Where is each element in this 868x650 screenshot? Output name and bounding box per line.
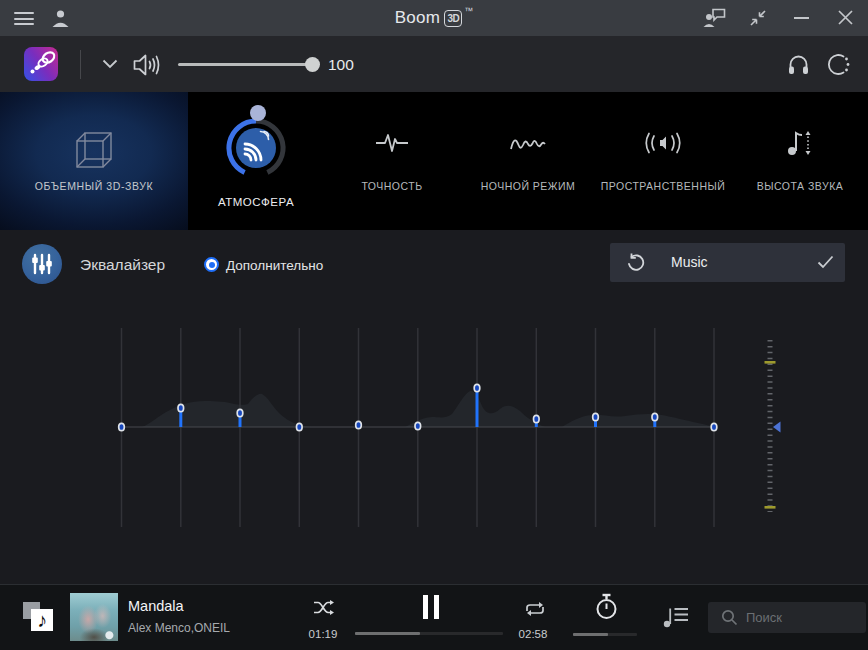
toolbar: 100 [0,36,868,92]
elapsed-time: 01:19 [303,628,343,640]
boom-app-icon[interactable] [24,47,58,81]
tab-pitch-label: ВЫСОТА ЗВУКА [712,180,868,192]
search-input[interactable] [746,602,858,633]
preamp-tick-bottom [765,506,776,509]
eq-band-handle[interactable] [297,423,303,430]
advanced-radio[interactable] [204,257,219,272]
timer-bar-fill [573,633,608,636]
tab-atmosphere-label: АТМОСФЕРА [168,196,344,208]
eq-band-handle[interactable] [534,415,540,422]
minimize-button[interactable] [794,17,809,19]
eq-band-handle[interactable] [652,413,658,420]
equalizer-icon [22,244,62,284]
advanced-label: Дополнительно [226,258,323,273]
timer-bar[interactable] [573,633,637,636]
duration-time: 02:58 [513,628,553,640]
seek-bar[interactable] [355,632,503,635]
eq-band-handle[interactable] [237,409,243,416]
preamp-tick-top [765,361,776,364]
eq-band-handle[interactable] [178,404,184,411]
chevron-down-icon[interactable] [102,59,118,69]
pulse-icon [376,131,408,159]
app-title-tm: ™ [464,6,473,16]
wave-icon [510,133,546,157]
track-artist: Alex Menco,ONEIL [128,621,230,635]
toolbar-divider [80,50,81,79]
equalizer-graph[interactable] [0,294,868,584]
volume-slider-handle[interactable] [305,57,320,72]
playlist-icon[interactable] [663,605,689,628]
cube-3d-icon [72,128,116,172]
album-art[interactable] [70,593,118,641]
eq-band-handle[interactable] [415,422,421,429]
volume-slider-track[interactable] [178,63,315,66]
search-icon [721,609,738,626]
eq-band-handle[interactable] [474,384,480,391]
tab-pitch[interactable]: ВЫСОТА ЗВУКА [732,92,868,230]
equalizer-section: Эквалайзер Дополнительно Music [0,230,868,584]
equalizer-title: Эквалайзер [80,256,165,274]
titlebar: Boom 3D ™ [0,0,868,36]
volume-icon[interactable] [132,52,164,78]
tab-atmosphere[interactable]: АТМОСФЕРА [188,92,324,230]
sleep-timer-icon[interactable] [594,593,619,621]
preset-selector[interactable]: Music [610,243,845,282]
search-box[interactable] [708,602,866,633]
headphones-icon[interactable] [788,54,809,75]
tab-spatial[interactable]: ПРОСТРАНСТВЕННЫЙ [595,92,731,230]
compact-mode-icon[interactable] [749,9,767,27]
tab-fidelity[interactable]: ТОЧНОСТЬ [324,92,460,230]
seek-bar-fill [355,632,420,635]
preamp-handle[interactable] [773,422,781,433]
app-title-3d-badge: 3D [444,10,462,27]
pitch-icon [786,127,814,163]
preset-name: Music [671,254,708,270]
tab-3d-surround[interactable]: ОБЪЕМНЫЙ 3D-ЗВУК [0,92,188,230]
feedback-icon[interactable] [703,8,726,28]
app-title-text: Boom [395,8,441,28]
spectrum-silhouette [100,391,718,427]
reset-icon[interactable] [627,253,645,272]
audio-output-icon[interactable] [826,53,850,76]
effect-tabs: ОБЪЕМНЫЙ 3D-ЗВУК [0,92,868,230]
music-library-icon[interactable]: ♪ [23,602,54,632]
surround-speaker-icon [640,131,686,159]
app-title: Boom 3D ™ [0,0,868,36]
tab-3d-surround-label: ОБЪЕМНЫЙ 3D-ЗВУК [0,180,188,192]
pause-button[interactable] [423,595,440,619]
player-bar: ♪ Mandala Alex Menco,ONEIL 01:19 02:58 [0,584,868,650]
atmosphere-knob-icon [217,100,295,190]
close-button[interactable] [837,9,854,26]
eq-band-handle[interactable] [356,421,362,428]
volume-value: 100 [328,56,354,74]
eq-band-handle[interactable] [711,423,717,430]
eq-band-handle[interactable] [119,423,125,430]
eq-band-handle[interactable] [593,413,599,420]
track-title: Mandala [128,598,184,614]
tab-night-mode[interactable]: НОЧНОЙ РЕЖИМ [460,92,596,230]
repeat-icon[interactable] [524,601,546,617]
preset-check-icon [817,255,834,269]
shuffle-icon[interactable] [313,599,335,616]
